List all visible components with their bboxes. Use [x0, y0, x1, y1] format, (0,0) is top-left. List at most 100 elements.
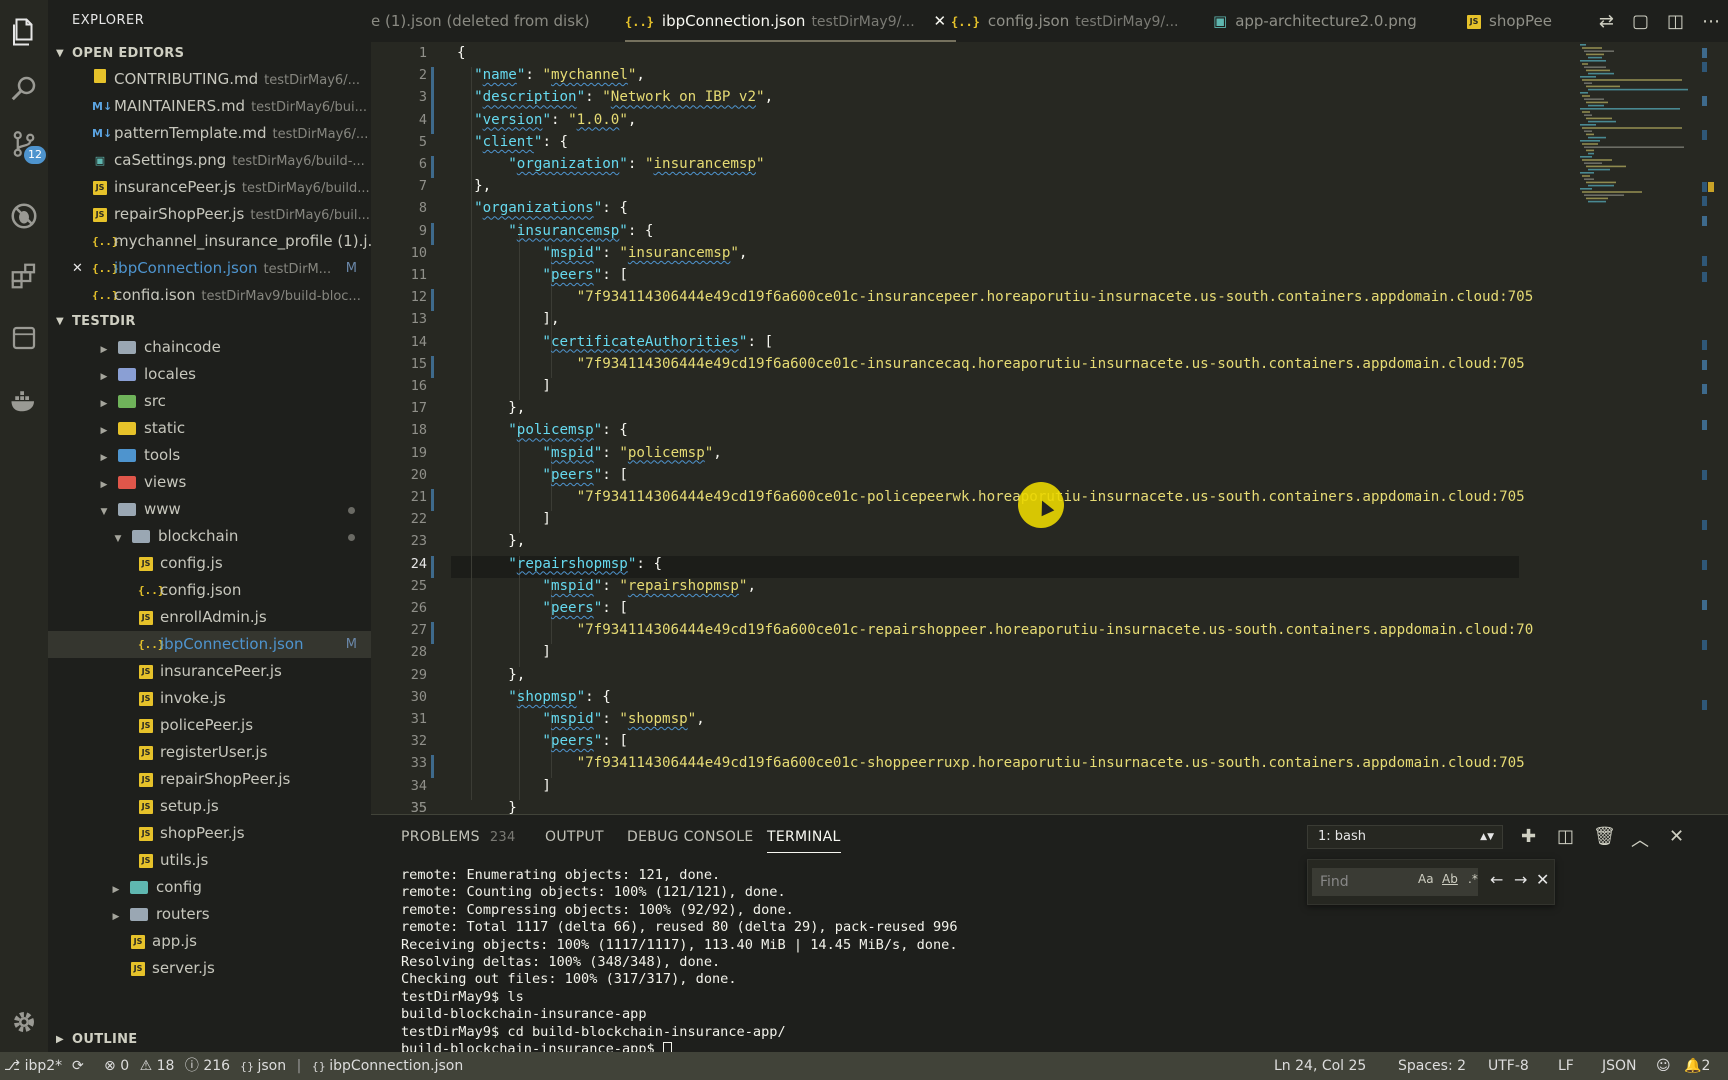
code-line: "mspid": "shopmsp", [542, 711, 705, 727]
open-editor-item[interactable]: ▣ caSettings.png testDirMay6/build-... [48, 147, 371, 174]
source-control-icon[interactable]: 12 [0, 120, 48, 168]
language-mode[interactable]: JSON [1602, 1052, 1637, 1080]
tree-folder-open[interactable]: ▼ blockchain [48, 523, 371, 550]
tree-file[interactable]: JS registerUser.js [48, 739, 371, 766]
overview-ruler-marker [1702, 384, 1707, 394]
open-preview-icon[interactable]: ▢ [1632, 11, 1649, 32]
close-icon[interactable]: ✕ [933, 12, 946, 30]
tree-folder[interactable]: ▶ src [48, 388, 371, 415]
extensions-icon[interactable] [0, 252, 48, 300]
outline-header[interactable]: ▶ OUTLINE [48, 1028, 371, 1052]
tree-folder[interactable]: ▶ chaincode [48, 334, 371, 361]
folder-icon [118, 449, 136, 462]
gear-icon[interactable] [0, 998, 48, 1046]
tree-file[interactable]: JS insurancePeer.js [48, 658, 371, 685]
problems-indicator[interactable]: ⊗ 0 ⚠ 18 ⓘ 216 [104, 1052, 230, 1080]
tree-file[interactable]: JS server.js [48, 955, 371, 982]
testdir-header[interactable]: ▼ TESTDIR [48, 310, 371, 334]
tree-file[interactable]: JS utils.js [48, 847, 371, 874]
minimap-line [1586, 197, 1608, 200]
open-editor-item-active[interactable]: ✕ {..}ibpConnection.json testDirM... M [48, 255, 371, 282]
tree-file[interactable]: JS app.js [48, 928, 371, 955]
match-case-icon[interactable]: Aa [1418, 872, 1434, 886]
tree-folder[interactable]: ▶ tools [48, 442, 371, 469]
open-editor-item[interactable]: JS repairShopPeer.js testDirMay6/buil... [48, 201, 371, 228]
tree-file[interactable]: JS policePeer.js [48, 712, 371, 739]
open-editor-item[interactable]: {..}mychannel_insurance_profile (1).j... [48, 228, 371, 255]
minimap-line [1582, 175, 1590, 177]
line-number: 20 [410, 466, 427, 483]
open-editor-item[interactable]: JS insurancePeer.js testDirMay6/build... [48, 174, 371, 201]
compare-changes-icon[interactable]: ⇄ [1599, 11, 1614, 32]
tree-folder[interactable]: ▶ routers [48, 901, 371, 928]
remote-explorer-icon[interactable] [0, 314, 48, 362]
code-editor[interactable]: 1 {2 "name": "mychannel", 3 "description":… [371, 42, 1728, 814]
file-path: testDirMay6/bui... [251, 100, 368, 115]
tab-terminal[interactable]: TERMINAL [767, 815, 841, 859]
encoding[interactable]: UTF-8 [1488, 1052, 1529, 1080]
trash-icon[interactable]: 🗑 [1593, 826, 1616, 847]
open-editors-header[interactable]: ▼ OPEN EDITORS [48, 42, 371, 66]
tab-output[interactable]: OUTPUT [545, 815, 604, 859]
split-terminal-icon[interactable]: ◫ [1557, 826, 1574, 847]
whole-word-icon[interactable]: Ab [1442, 872, 1458, 886]
tab-shoppeer[interactable]: JS shopPee [1467, 0, 1552, 42]
tab-app-architecture[interactable]: ▣ app-architecture2.0.png [1213, 0, 1417, 42]
code-line: "organizations": { [474, 200, 628, 217]
tab-deleted-json[interactable]: e (1).json (deleted from disk) [371, 0, 590, 42]
line-ending[interactable]: LF [1558, 1052, 1574, 1080]
tree-file[interactable]: {..}config.json [48, 577, 371, 604]
cursor-position[interactable]: Ln 24, Col 25 [1274, 1052, 1366, 1080]
more-actions-icon[interactable]: ⋯ [1702, 11, 1720, 32]
close-panel-icon[interactable]: ✕ [1669, 826, 1684, 847]
open-editor-item[interactable]: M↓ patternTemplate.md testDirMay6/... [48, 120, 371, 147]
overview-ruler-marker [1702, 420, 1707, 430]
terminal-select[interactable]: 1: bash ▲▼ [1307, 825, 1503, 849]
tree-file[interactable]: JS enrollAdmin.js [48, 604, 371, 631]
chevron-up-icon[interactable]: ︿ [1631, 826, 1649, 852]
docker-icon[interactable] [0, 376, 48, 424]
notifications[interactable]: 🔔2 [1684, 1052, 1710, 1080]
next-match-icon[interactable]: → [1514, 870, 1527, 889]
split-editor-icon[interactable]: ◫ [1667, 11, 1684, 32]
tree-file[interactable]: JS config.js [48, 550, 371, 577]
tab-ibpconnection[interactable]: {..} ibpConnection.json testDirMay9/... ✕ [625, 0, 957, 42]
tree-folder-open[interactable]: ▼ www [48, 496, 371, 523]
branch-indicator[interactable]: ⎇ ibp2* [4, 1052, 62, 1080]
tree-folder[interactable]: ▶ locales [48, 361, 371, 388]
code-line: }, [457, 666, 526, 683]
debug-icon[interactable] [0, 192, 48, 240]
minimap-line [1580, 124, 1596, 126]
tab-problems[interactable]: PROBLEMS 234 [401, 815, 516, 859]
regex-icon[interactable]: .* [1468, 872, 1478, 886]
files-icon[interactable] [0, 8, 48, 56]
new-terminal-icon[interactable]: ✚ [1521, 826, 1536, 847]
tab-debug-console[interactable]: DEBUG CONSOLE [627, 815, 754, 859]
close-find-icon[interactable]: ✕ [1536, 870, 1549, 889]
tree-folder[interactable]: ▶ static [48, 415, 371, 442]
minimap[interactable] [1574, 42, 1704, 242]
folder-name: views [144, 473, 187, 491]
breadcrumb[interactable]: {} json | {} ibpConnection.json [240, 1052, 463, 1080]
feedback-icon[interactable]: ☺ [1656, 1052, 1671, 1080]
folder-open-icon [118, 503, 136, 516]
search-icon[interactable] [0, 64, 48, 112]
tree-file[interactable]: JS repairShopPeer.js [48, 766, 371, 793]
tree-folder[interactable]: ▶ views [48, 469, 371, 496]
open-editor-item[interactable]: {..}config.json testDirMay9/build-bloc... [48, 282, 371, 300]
code-line: "version": "1.0.0", [474, 111, 637, 128]
tree-file[interactable]: JS shopPeer.js [48, 820, 371, 847]
indentation[interactable]: Spaces: 2 [1398, 1052, 1466, 1080]
previous-match-icon[interactable]: ← [1490, 870, 1503, 889]
file-name: app.js [152, 932, 197, 950]
close-icon[interactable]: ✕ [72, 255, 83, 282]
open-editor-item[interactable]: CONTRIBUTING.md testDirMay6/... [48, 66, 371, 93]
sync-icon[interactable]: ⟳ [72, 1052, 84, 1080]
tree-file[interactable]: JS setup.js [48, 793, 371, 820]
tree-file[interactable]: JS invoke.js [48, 685, 371, 712]
terminal-output[interactable]: remote: Enumerating objects: 121, done. r… [401, 867, 958, 1058]
tree-folder[interactable]: ▶ config [48, 874, 371, 901]
tab-config-json[interactable]: {..} config.json testDirMay9/... [951, 0, 1178, 42]
tree-file-selected[interactable]: {..}ibpConnection.json M [48, 631, 371, 658]
open-editor-item[interactable]: M↓ MAINTAINERS.md testDirMay6/bui... [48, 93, 371, 120]
